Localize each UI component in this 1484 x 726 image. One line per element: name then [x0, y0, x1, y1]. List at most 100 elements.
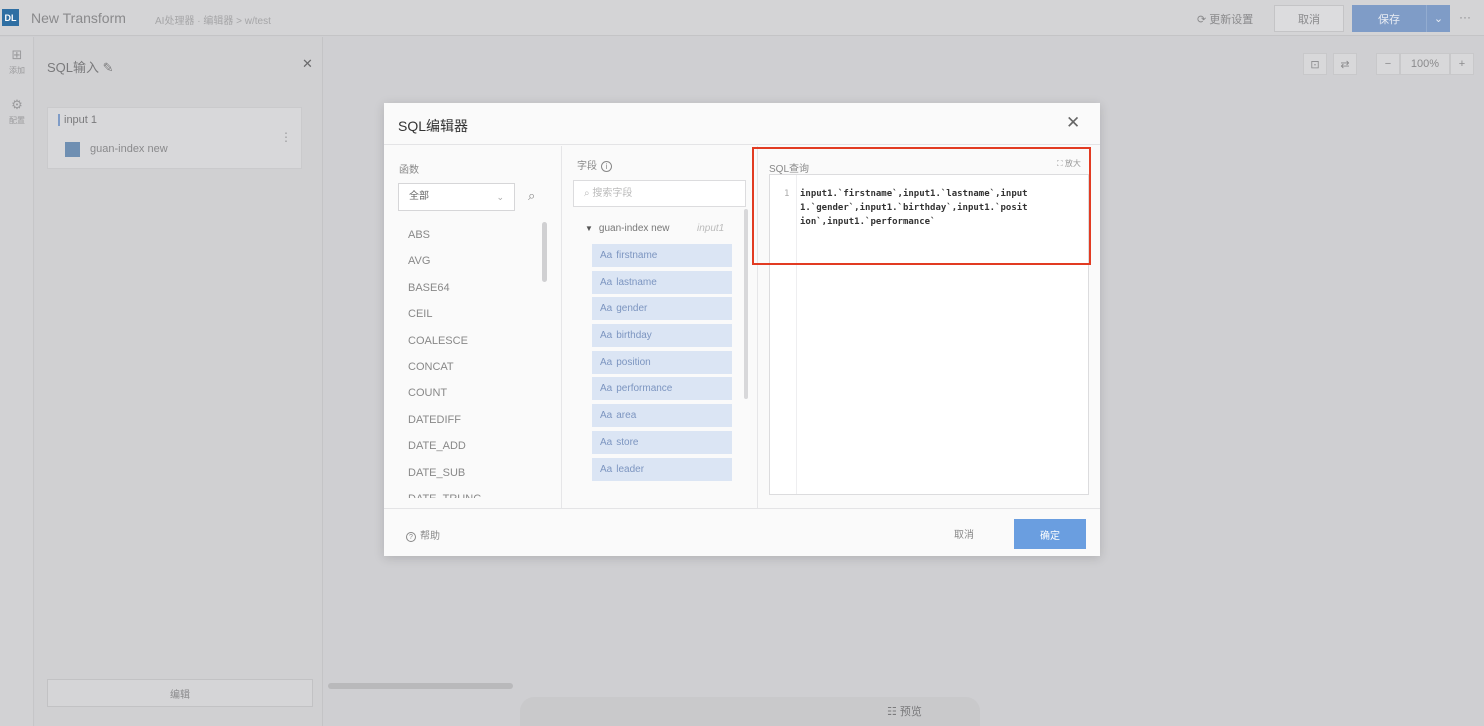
- top-save-button[interactable]: 保存 ⌄: [1352, 5, 1450, 32]
- field-item[interactable]: Aa leader: [592, 457, 732, 481]
- field-name: leader: [616, 463, 645, 475]
- field-name: performance: [616, 383, 673, 395]
- input-card[interactable]: input 1 guan-index new ⋮: [47, 107, 302, 169]
- close-icon[interactable]: ✕: [1066, 114, 1080, 131]
- breadcrumb[interactable]: AI处理器 · 编辑器 > w/test: [155, 12, 271, 27]
- field-name: store: [616, 436, 639, 448]
- field-name: firstname: [616, 250, 658, 261]
- help-link[interactable]: ? 帮助: [406, 527, 440, 542]
- field-list-scrollbar[interactable]: [744, 209, 748, 399]
- function-item[interactable]: CONCAT: [408, 358, 548, 384]
- function-category-select[interactable]: 全部 ⌄: [398, 183, 515, 211]
- add-node-icon: ⊞: [11, 47, 23, 62]
- function-item[interactable]: ABS: [408, 226, 548, 252]
- function-item[interactable]: DATE_ADD: [408, 437, 548, 463]
- field-name: lastname: [616, 276, 657, 288]
- input-menu-icon[interactable]: ⋮: [280, 130, 292, 144]
- functions-column: 函数 全部 ⌄ ⌕ ABS AVG BASE64 CEIL COALESCE C…: [384, 146, 562, 508]
- save-label: 保存: [1378, 13, 1400, 26]
- update-settings-button[interactable]: ⟳ 更新设置: [1197, 11, 1253, 27]
- more-icon[interactable]: ···: [1459, 10, 1471, 24]
- panel-title: SQL输入 ✎: [47, 60, 114, 75]
- info-icon[interactable]: i: [601, 161, 612, 172]
- function-item[interactable]: DATEDIFF: [408, 411, 548, 437]
- field-list: Aa firstname Aa lastname Aa gender Aa birthd…: [592, 244, 732, 484]
- dataset-tree-label: guan-index new: [598, 223, 670, 234]
- sql-editor[interactable]: 1 input1.`firstname`,input1.`lastname`,i…: [769, 174, 1089, 495]
- cancel-button[interactable]: 取消: [954, 526, 974, 541]
- update-settings-label: 更新设置: [1209, 14, 1254, 26]
- search-icon[interactable]: ⌕: [528, 188, 535, 204]
- app-logo: DL: [2, 9, 19, 26]
- fields-header-label: 字段: [577, 161, 597, 172]
- sql-code[interactable]: input1.`firstname`,input1.`lastname`,inp…: [800, 187, 1032, 229]
- function-item[interactable]: COUNT: [408, 384, 548, 410]
- dataset-tree-node[interactable]: ▼ guan-index new input1: [585, 223, 735, 234]
- zoom-in-button[interactable]: +: [1450, 53, 1474, 75]
- text-type-icon: Aa: [600, 383, 613, 395]
- field-item[interactable]: Aa firstname: [592, 244, 732, 267]
- sql-column: SQL查询 ⛶ 放大 1 input1.`firstname`,input1.`…: [759, 146, 1100, 508]
- field-name: birthday: [616, 330, 652, 342]
- field-item[interactable]: Aa store: [592, 430, 732, 454]
- sql-header: SQL查询: [769, 164, 810, 175]
- text-type-icon: Aa: [600, 463, 613, 475]
- text-type-icon: Aa: [600, 330, 613, 342]
- field-search-placeholder: 搜索字段: [592, 188, 633, 199]
- field-item[interactable]: Aa lastname: [592, 270, 732, 294]
- save-dropdown-icon[interactable]: ⌄: [1426, 5, 1450, 32]
- fit-view-icon[interactable]: ⊡: [1303, 53, 1327, 75]
- dataset-name: guan-index new: [90, 143, 168, 155]
- function-item[interactable]: DATE_SUB: [408, 464, 548, 490]
- field-search-input[interactable]: ⌕ 搜索字段: [573, 180, 746, 207]
- caret-down-icon[interactable]: ▼: [585, 224, 593, 233]
- fullscreen-icon[interactable]: ⛶ 放大: [1057, 158, 1081, 169]
- edit-button[interactable]: 编辑: [47, 679, 313, 707]
- field-name: gender: [616, 303, 648, 315]
- rail-item-label: 添加: [9, 66, 25, 75]
- horizontal-scrollbar[interactable]: [328, 683, 513, 689]
- confirm-button[interactable]: 确定: [1014, 519, 1086, 549]
- field-item[interactable]: Aa performance: [592, 377, 732, 401]
- text-type-icon: Aa: [600, 436, 613, 448]
- field-name: position: [616, 356, 651, 368]
- help-label: 帮助: [420, 531, 440, 542]
- function-item[interactable]: AVG: [408, 252, 548, 278]
- line-gutter: [770, 175, 797, 494]
- dataset-alias: input1: [697, 223, 725, 234]
- field-name: area: [616, 410, 637, 422]
- functions-header: 函数: [399, 165, 419, 176]
- function-list-scrollbar[interactable]: [542, 222, 547, 282]
- function-item[interactable]: BASE64: [408, 279, 548, 305]
- left-rail: ⊞ 添加 ⚙ 配置: [0, 37, 34, 726]
- function-item[interactable]: DATE_TRUNC: [408, 490, 548, 498]
- field-item[interactable]: Aa birthday: [592, 324, 732, 348]
- function-category-value: 全部: [409, 191, 429, 202]
- field-item[interactable]: Aa area: [592, 404, 732, 428]
- rail-item-label: 配置: [9, 116, 25, 125]
- app-title: New Transform: [31, 10, 126, 26]
- fields-column: 字段 i ⌕ 搜索字段 ▼ guan-index new input1 Aa firs…: [563, 146, 758, 508]
- text-type-icon: Aa: [600, 410, 613, 422]
- preview-label[interactable]: ☷ 预览: [887, 703, 922, 719]
- function-list: ABS AVG BASE64 CEIL COALESCE CONCAT COUN…: [408, 226, 548, 498]
- panel-close-icon[interactable]: ✕: [302, 56, 313, 72]
- text-type-icon: Aa: [600, 303, 613, 315]
- rail-item-add[interactable]: ⊞ 添加: [0, 47, 34, 76]
- function-item[interactable]: CEIL: [408, 305, 548, 331]
- function-item[interactable]: COALESCE: [408, 332, 548, 358]
- field-item[interactable]: Aa gender: [592, 297, 732, 321]
- zoom-out-button[interactable]: −: [1376, 53, 1400, 75]
- sql-editor-dialog: SQL编辑器 ✕ 函数 全部 ⌄ ⌕ ABS AVG BASE64 CEIL C…: [384, 103, 1100, 556]
- help-icon: ?: [406, 532, 416, 542]
- field-item[interactable]: Aa position: [592, 350, 732, 374]
- rail-item-settings[interactable]: ⚙ 配置: [0, 97, 34, 126]
- text-type-icon: Aa: [600, 276, 613, 288]
- input-name: input 1: [58, 114, 97, 126]
- top-cancel-button[interactable]: 取消: [1274, 5, 1344, 32]
- layout-icon[interactable]: ⇄: [1333, 53, 1357, 75]
- line-number: 1: [784, 189, 790, 199]
- settings-icon: ⚙: [11, 97, 23, 112]
- dialog-footer: ? 帮助 取消 确定: [384, 508, 1100, 556]
- top-bar: DL New Transform AI处理器 · 编辑器 > w/test ⟳ …: [0, 0, 1484, 36]
